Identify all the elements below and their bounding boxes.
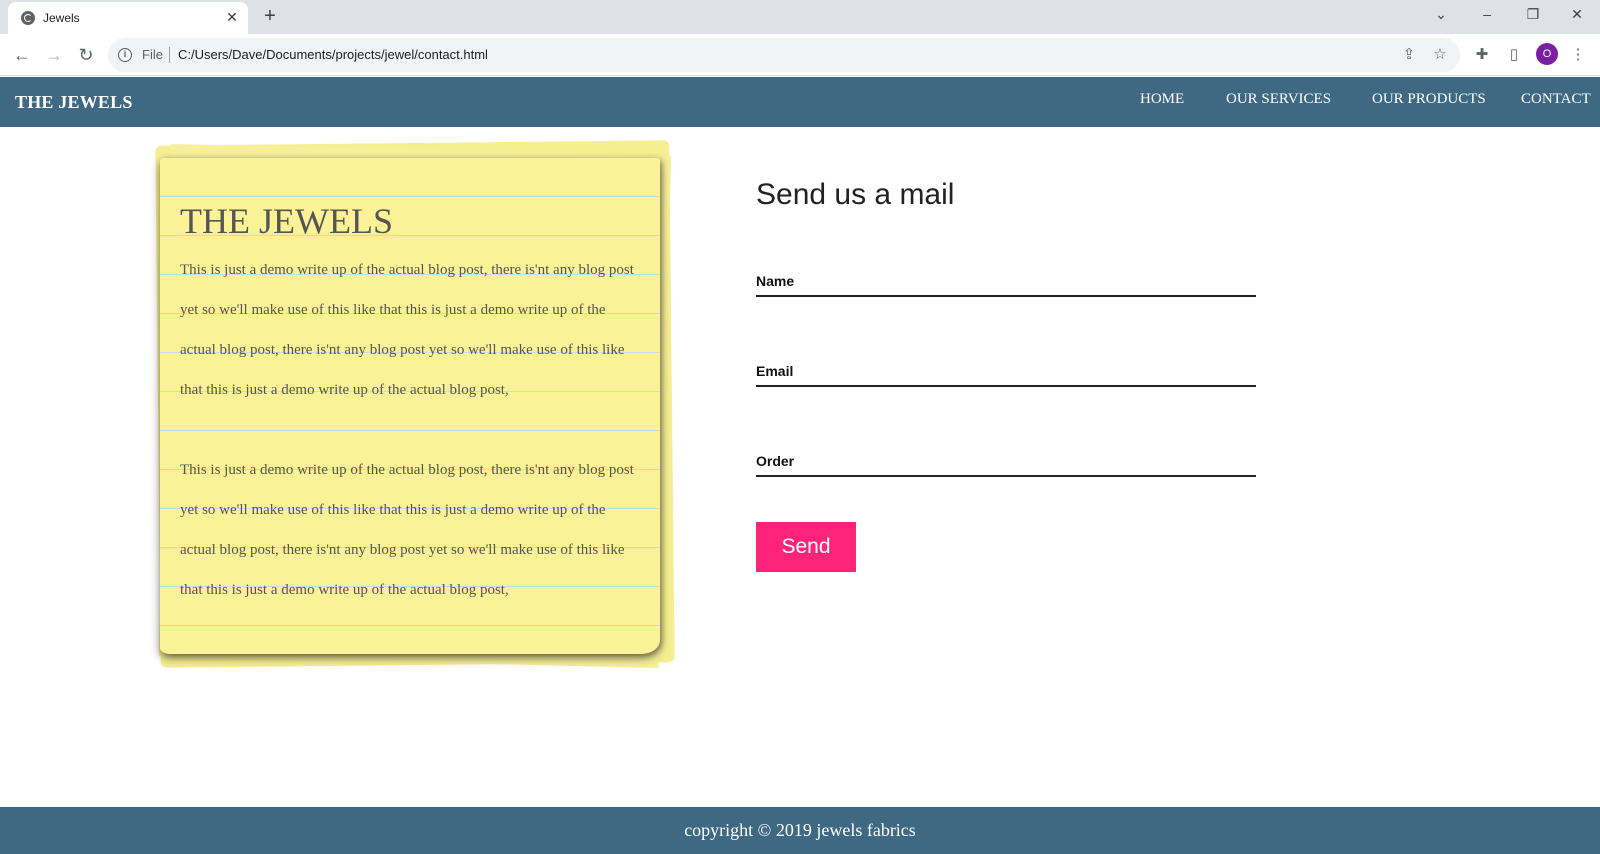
- nav-our-products[interactable]: OUR PRODUCTS: [1372, 91, 1486, 108]
- browser-toolbar: ← → ↻ i File C:/Users/Dave/Documents/pro…: [0, 34, 1600, 76]
- back-button[interactable]: ←: [10, 43, 34, 67]
- note-paragraph: This is just a demo write up of the actu…: [180, 462, 634, 598]
- note-title: THE JEWELS: [180, 201, 393, 241]
- email-field[interactable]: [756, 385, 1256, 387]
- tab-search-icon[interactable]: ⌄: [1418, 0, 1464, 30]
- address-bar[interactable]: i File C:/Users/Dave/Documents/projects/…: [108, 38, 1460, 72]
- bookmark-star-icon[interactable]: ☆: [1431, 46, 1449, 64]
- browser-tab-strip: Jewels ✕ + ⌄ – ❐ ✕: [0, 0, 1600, 34]
- extensions-icon[interactable]: ✚: [1472, 45, 1492, 65]
- copyright-text: copyright © 2019 jewels fabrics: [684, 820, 916, 840]
- email-label: Email: [756, 363, 794, 379]
- minimize-button[interactable]: –: [1464, 0, 1510, 30]
- order-field[interactable]: [756, 475, 1256, 477]
- order-label: Order: [756, 453, 795, 469]
- info-icon[interactable]: i: [118, 48, 132, 62]
- url-separator: [169, 47, 170, 63]
- close-tab-icon[interactable]: ✕: [224, 9, 240, 25]
- close-window-button[interactable]: ✕: [1554, 0, 1600, 30]
- send-button[interactable]: Send: [756, 522, 856, 572]
- name-label: Name: [756, 273, 795, 289]
- tab-title: Jewels: [43, 11, 80, 25]
- browser-tab[interactable]: Jewels ✕: [8, 2, 248, 34]
- site-brand[interactable]: THE JEWELS: [15, 92, 133, 113]
- profile-avatar[interactable]: O: [1536, 43, 1558, 65]
- note-paragraph: This is just a demo write up of the actu…: [180, 262, 634, 398]
- forward-button[interactable]: →: [42, 43, 66, 67]
- form-title: Send us a mail: [756, 178, 955, 211]
- share-icon[interactable]: ⇪: [1400, 46, 1418, 64]
- site-header: THE JEWELS HOME OUR SERVICES OUR PRODUCT…: [0, 77, 1600, 127]
- menu-kebab-icon[interactable]: ⋮: [1568, 45, 1588, 65]
- reload-button[interactable]: ↻: [74, 43, 98, 67]
- nav-our-services[interactable]: OUR SERVICES: [1226, 91, 1331, 108]
- site-footer: copyright © 2019 jewels fabrics: [0, 807, 1600, 854]
- url-scheme: File: [142, 47, 163, 62]
- new-tab-button[interactable]: +: [258, 5, 282, 29]
- side-panel-icon[interactable]: ▯: [1504, 45, 1524, 65]
- nav-home[interactable]: HOME: [1140, 91, 1184, 108]
- nav-contact[interactable]: CONTACT: [1521, 91, 1591, 108]
- name-field[interactable]: [756, 295, 1256, 297]
- restore-button[interactable]: ❐: [1510, 0, 1556, 30]
- sticky-note: THE JEWELS This is just a demo write up …: [160, 158, 660, 654]
- url-text[interactable]: C:/Users/Dave/Documents/projects/jewel/c…: [178, 47, 488, 62]
- globe-icon: [21, 11, 35, 25]
